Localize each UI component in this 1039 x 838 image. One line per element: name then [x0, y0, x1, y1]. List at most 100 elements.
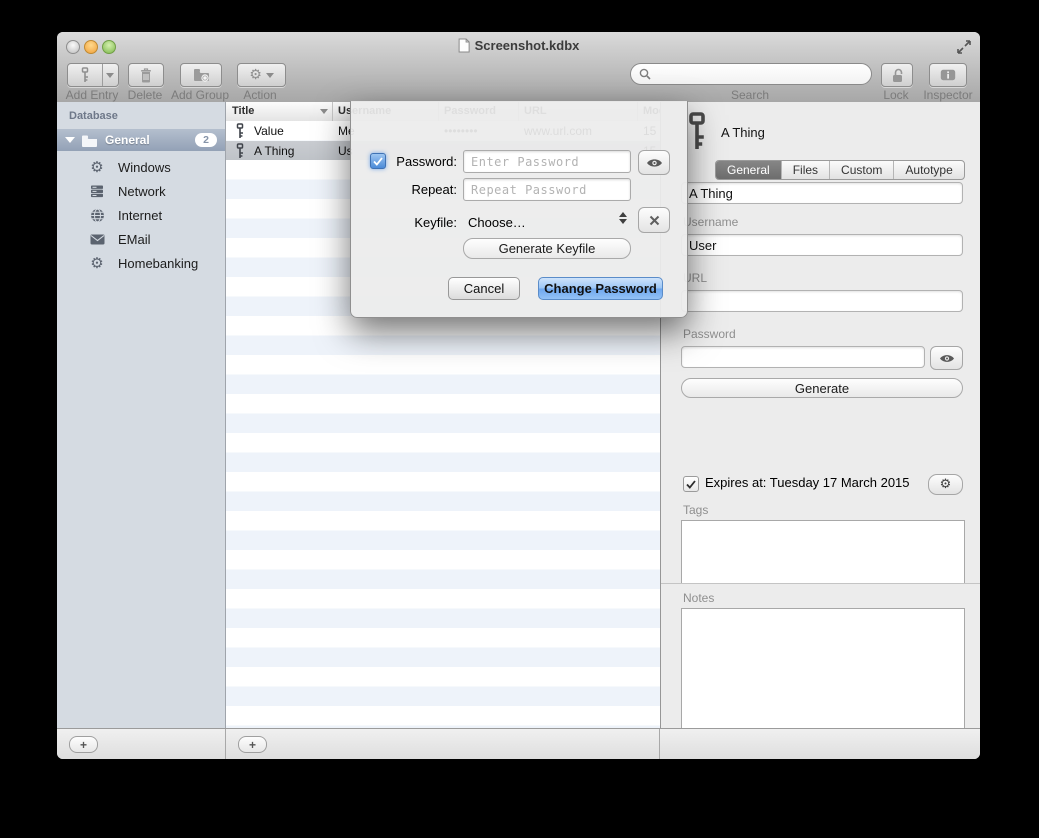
- app-window: Screenshot.kdbx Add Entry: [57, 32, 980, 759]
- tab-files[interactable]: Files: [782, 161, 830, 179]
- pane-divider: [225, 729, 226, 759]
- clear-keyfile-button[interactable]: [638, 207, 670, 233]
- search-icon: [639, 68, 651, 80]
- chevron-down-icon: [266, 73, 274, 78]
- gear-icon: ⚙: [249, 67, 262, 83]
- plus-icon: +: [80, 739, 87, 751]
- sidebar-group-general[interactable]: General 2: [57, 129, 225, 151]
- key-icon: [685, 112, 709, 152]
- search-input[interactable]: [655, 66, 863, 82]
- inspector-entry-title: A Thing: [721, 125, 765, 140]
- lock-button[interactable]: [881, 63, 913, 87]
- stepper-icon[interactable]: [619, 212, 627, 224]
- window-chrome: Screenshot.kdbx Add Entry: [57, 32, 980, 103]
- sheet-password-input[interactable]: [463, 150, 631, 173]
- delete-label: Delete: [120, 88, 170, 102]
- sheet-repeat-input[interactable]: [463, 178, 631, 201]
- key-icon: [80, 67, 90, 83]
- title-field[interactable]: [681, 182, 963, 204]
- sidebar-item-network[interactable]: Network: [57, 179, 225, 203]
- sheet-repeat-label: Repeat:: [381, 182, 457, 197]
- action-button[interactable]: ⚙: [237, 63, 286, 87]
- search-field[interactable]: [630, 63, 872, 85]
- sidebar-item-internet[interactable]: Internet: [57, 203, 225, 227]
- key-icon: [235, 123, 245, 139]
- sidebar-item-email[interactable]: EMail: [57, 227, 225, 251]
- window-title: Screenshot.kdbx: [475, 38, 580, 53]
- entry-title: A Thing: [254, 144, 294, 158]
- tab-general[interactable]: General: [716, 161, 782, 179]
- lock-open-icon: [891, 68, 904, 83]
- generate-keyfile-button[interactable]: Generate Keyfile: [463, 238, 631, 259]
- sheet-show-password-button[interactable]: [638, 150, 670, 175]
- sidebar-section-header: Database: [69, 110, 118, 122]
- password-field[interactable]: [681, 346, 925, 368]
- disclosure-triangle-icon[interactable]: [65, 137, 75, 143]
- sidebar-item-windows[interactable]: ⚙ Windows: [57, 155, 225, 179]
- plus-icon: +: [249, 739, 256, 751]
- minimize-window-button[interactable]: [84, 40, 98, 54]
- pane-divider: [659, 729, 660, 759]
- expires-label: Expires at: Tuesday 17 March 2015: [705, 475, 910, 490]
- section-divider: [661, 583, 980, 584]
- gear-icon: ⚙: [940, 477, 952, 492]
- add-entry-dropdown-segment[interactable]: [103, 64, 118, 86]
- delete-button[interactable]: [128, 63, 164, 87]
- sheet-password-label: Password:: [381, 154, 457, 169]
- add-entry-main-segment[interactable]: [69, 64, 102, 86]
- tags-textarea[interactable]: [681, 520, 965, 584]
- sidebar-item-label: EMail: [118, 232, 151, 247]
- server-icon: [88, 183, 106, 199]
- action-label: Action: [230, 88, 290, 102]
- change-password-sheet: Password: Repeat: Keyfile: Choose…: [350, 101, 688, 318]
- add-group-label: Add Group: [165, 88, 235, 102]
- tab-autotype[interactable]: Autotype: [894, 161, 963, 179]
- inspector-label: Inspector: [917, 88, 979, 102]
- add-entry-button[interactable]: [67, 63, 119, 87]
- document-icon: [458, 38, 470, 53]
- sidebar-item-label: Network: [118, 184, 166, 199]
- sort-descending-icon: [320, 109, 328, 114]
- eye-icon: [939, 353, 955, 364]
- close-window-button[interactable]: [66, 40, 80, 54]
- keyfile-popup[interactable]: Choose…: [468, 215, 526, 230]
- tags-label: Tags: [683, 503, 708, 517]
- eye-icon: [646, 157, 663, 169]
- add-entry-footer-button[interactable]: +: [238, 736, 267, 753]
- tab-custom[interactable]: Custom: [830, 161, 894, 179]
- gear-icon: ⚙: [88, 159, 106, 175]
- checkmark-icon: [686, 480, 696, 489]
- sidebar: Database General 2 ⚙ Windows: [57, 102, 226, 729]
- sidebar-item-homebanking[interactable]: ⚙ Homebanking: [57, 251, 225, 275]
- column-divider[interactable]: [332, 102, 333, 121]
- column-header-title[interactable]: Title: [232, 105, 254, 117]
- fullscreen-icon[interactable]: [956, 39, 972, 55]
- cancel-button[interactable]: Cancel: [448, 277, 520, 300]
- show-password-button[interactable]: [930, 346, 963, 370]
- search-label: Search: [720, 88, 780, 102]
- username-label: Username: [683, 215, 738, 229]
- key-icon: [235, 143, 245, 159]
- username-field[interactable]: [681, 234, 963, 256]
- add-group-button[interactable]: [180, 63, 222, 87]
- inspector-panel: A Thing General Files Custom Autotype Us…: [660, 102, 980, 729]
- screen-background: Screenshot.kdbx Add Entry: [0, 0, 1039, 838]
- expires-checkbox[interactable]: [683, 476, 699, 492]
- entry-count-badge: 2: [195, 133, 217, 147]
- notes-label: Notes: [683, 591, 714, 605]
- change-password-button[interactable]: Change Password: [538, 277, 663, 300]
- sidebar-item-label: Homebanking: [118, 256, 198, 271]
- bottom-bar: + +: [57, 728, 980, 759]
- url-field[interactable]: [681, 290, 963, 312]
- folder-plus-icon: [193, 68, 210, 82]
- expires-settings-button[interactable]: ⚙: [928, 474, 963, 495]
- sidebar-group-label: General: [105, 133, 150, 147]
- envelope-icon: [88, 231, 106, 247]
- password-label: Password: [683, 327, 736, 341]
- globe-icon: [88, 207, 106, 223]
- add-group-footer-button[interactable]: +: [69, 736, 98, 753]
- inspector-button[interactable]: [929, 63, 967, 87]
- zoom-window-button[interactable]: [102, 40, 116, 54]
- generate-password-button[interactable]: Generate: [681, 378, 963, 398]
- window-title-group: Screenshot.kdbx: [458, 38, 580, 53]
